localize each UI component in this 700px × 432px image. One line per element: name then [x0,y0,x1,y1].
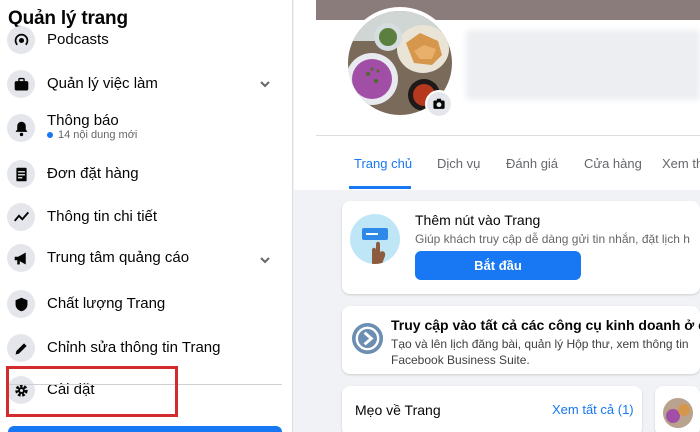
sidebar-item-label: Podcasts [47,31,109,48]
notification-count: 14 nội dung mới [47,129,137,141]
sidebar-item-jobs[interactable]: Quản lý việc làm [0,64,292,104]
sidebar-item-podcasts[interactable]: Podcasts [0,22,292,58]
sidebar-bottom-button[interactable] [8,426,282,432]
sidebar-item-ad-center[interactable]: Trung tâm quảng cáo [0,238,292,278]
tabs-divider [316,135,700,136]
tab-shop[interactable]: Cửa hàng [584,156,642,171]
add-button-illustration [350,214,400,264]
pencil-icon [7,334,35,362]
get-started-button[interactable]: Bắt đầu [415,251,581,280]
briefcase-icon [7,70,35,98]
business-suite-description-2: Facebook Business Suite. [391,353,530,367]
bell-icon [7,114,35,142]
sidebar-item-label: Thông báo [47,112,119,129]
sidebar-item-notifications[interactable]: Thông báo 14 nội dung mới [0,106,292,150]
page-name-blurred [466,30,700,100]
podcast-icon [7,26,35,54]
shield-icon [7,290,35,318]
page-main: Trang chủ Dịch vụ Đánh giá Cửa hàng Xem … [294,0,700,432]
page-manager-sidebar: Quản lý trang Podcasts Quản lý việc làm … [0,0,293,432]
page-header: Trang chủ Dịch vụ Đánh giá Cửa hàng Xem … [294,0,700,190]
photo-card [655,386,700,432]
tab-more[interactable]: Xem th [662,156,700,171]
see-all-link[interactable]: Xem tất cả (1) [552,402,634,417]
chevron-down-icon[interactable] [258,253,272,267]
page-tips-title: Mẹo về Trang [355,402,441,418]
sidebar-item-label: Đơn đặt hàng [47,165,139,182]
sidebar-item-label: Trung tâm quảng cáo [47,249,190,266]
unread-dot [47,132,53,138]
notification-count-text: 14 nội dung mới [58,129,138,141]
sidebar-item-edit-page-info[interactable]: Chỉnh sửa thông tin Trang [0,328,292,368]
sidebar-item-insights[interactable]: Thông tin chi tiết [0,197,292,237]
tab-home[interactable]: Trang chủ [354,156,412,171]
active-tab-indicator [349,186,411,189]
add-button-description: Giúp khách truy cập dễ dàng gửi tin nhắn… [415,232,690,246]
orders-icon [7,160,35,188]
sidebar-item-page-quality[interactable]: Chất lượng Trang [0,284,292,324]
photo-thumbnail[interactable] [663,398,693,428]
add-button-title: Thêm nút vào Trang [415,212,541,228]
megaphone-icon [7,244,35,272]
business-suite-title: Truy cập vào tất cả các công cụ kinh doa… [391,317,700,333]
page-tips-card: Mẹo về Trang Xem tất cả (1) [342,386,642,432]
business-suite-description: Tạo và lên lịch đăng bài, quản lý Hộp th… [391,337,689,351]
business-suite-card: Truy cập vào tất cả các công cụ kinh doa… [342,306,700,374]
sidebar-item-orders[interactable]: Đơn đặt hàng [0,154,292,194]
chevron-down-icon[interactable] [258,77,272,91]
sidebar-item-label: Chỉnh sửa thông tin Trang [47,339,221,356]
sidebar-item-label: Thông tin chi tiết [47,208,158,225]
highlight-box [6,366,178,417]
tab-services[interactable]: Dịch vụ [437,156,480,171]
sidebar-item-label: Quản lý việc làm [47,75,158,92]
camera-icon[interactable] [425,90,453,118]
add-button-card: Thêm nút vào Trang Giúp khách truy cập d… [342,201,700,294]
insights-icon [7,203,35,231]
sidebar-item-label: Chất lượng Trang [47,295,166,312]
tab-reviews[interactable]: Đánh giá [506,156,558,171]
business-suite-icon [351,322,384,355]
